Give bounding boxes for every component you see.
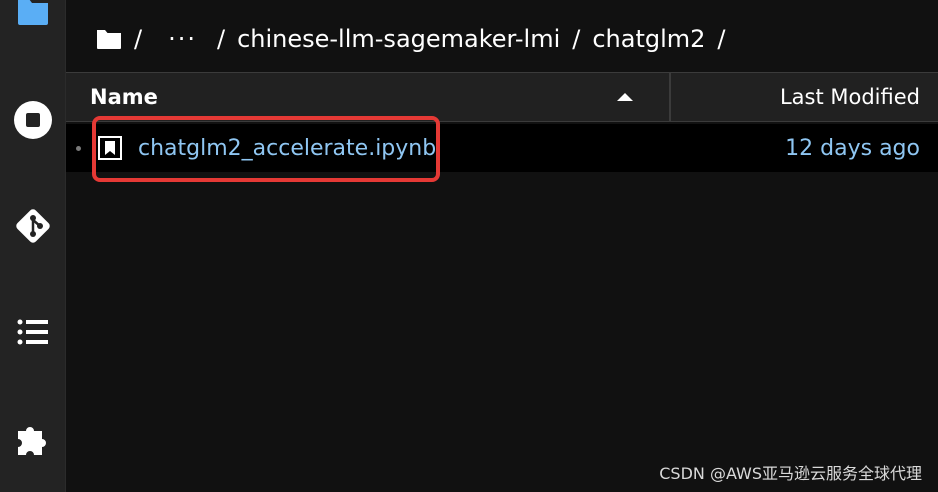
extension-icon[interactable] <box>9 414 57 462</box>
breadcrumb-item-current[interactable]: chatglm2 <box>592 25 705 53</box>
table-of-contents-icon[interactable] <box>9 308 57 356</box>
breadcrumb-item-project[interactable]: chinese-llm-sagemaker-lmi <box>237 25 560 53</box>
sort-ascending-icon[interactable] <box>617 93 633 101</box>
folder-icon[interactable] <box>96 28 122 50</box>
file-list-header: Name Last Modified <box>66 72 938 122</box>
breadcrumb: / ··· / chinese-llm-sagemaker-lmi / chat… <box>96 20 738 58</box>
stop-icon[interactable] <box>9 96 57 144</box>
folder-icon[interactable] <box>9 0 57 34</box>
git-icon[interactable] <box>9 202 57 250</box>
breadcrumb-ellipsis[interactable]: ··· <box>168 25 197 53</box>
row-indicator <box>76 146 81 151</box>
breadcrumb-separator: / <box>572 25 581 53</box>
column-header-last-modified[interactable]: Last Modified <box>780 73 920 121</box>
breadcrumb-separator: / <box>717 25 726 53</box>
watermark: CSDN @AWS亚马逊云服务全球代理 <box>659 464 922 483</box>
column-header-name[interactable]: Name <box>90 73 158 121</box>
breadcrumb-separator: / <box>134 25 143 53</box>
highlight-annotation <box>92 116 440 182</box>
breadcrumb-separator: / <box>216 25 226 53</box>
file-last-modified: 12 days ago <box>785 135 920 161</box>
file-browser-panel: / ··· / chinese-llm-sagemaker-lmi / chat… <box>66 0 938 492</box>
column-divider[interactable] <box>669 73 671 121</box>
activity-bar <box>0 0 66 492</box>
